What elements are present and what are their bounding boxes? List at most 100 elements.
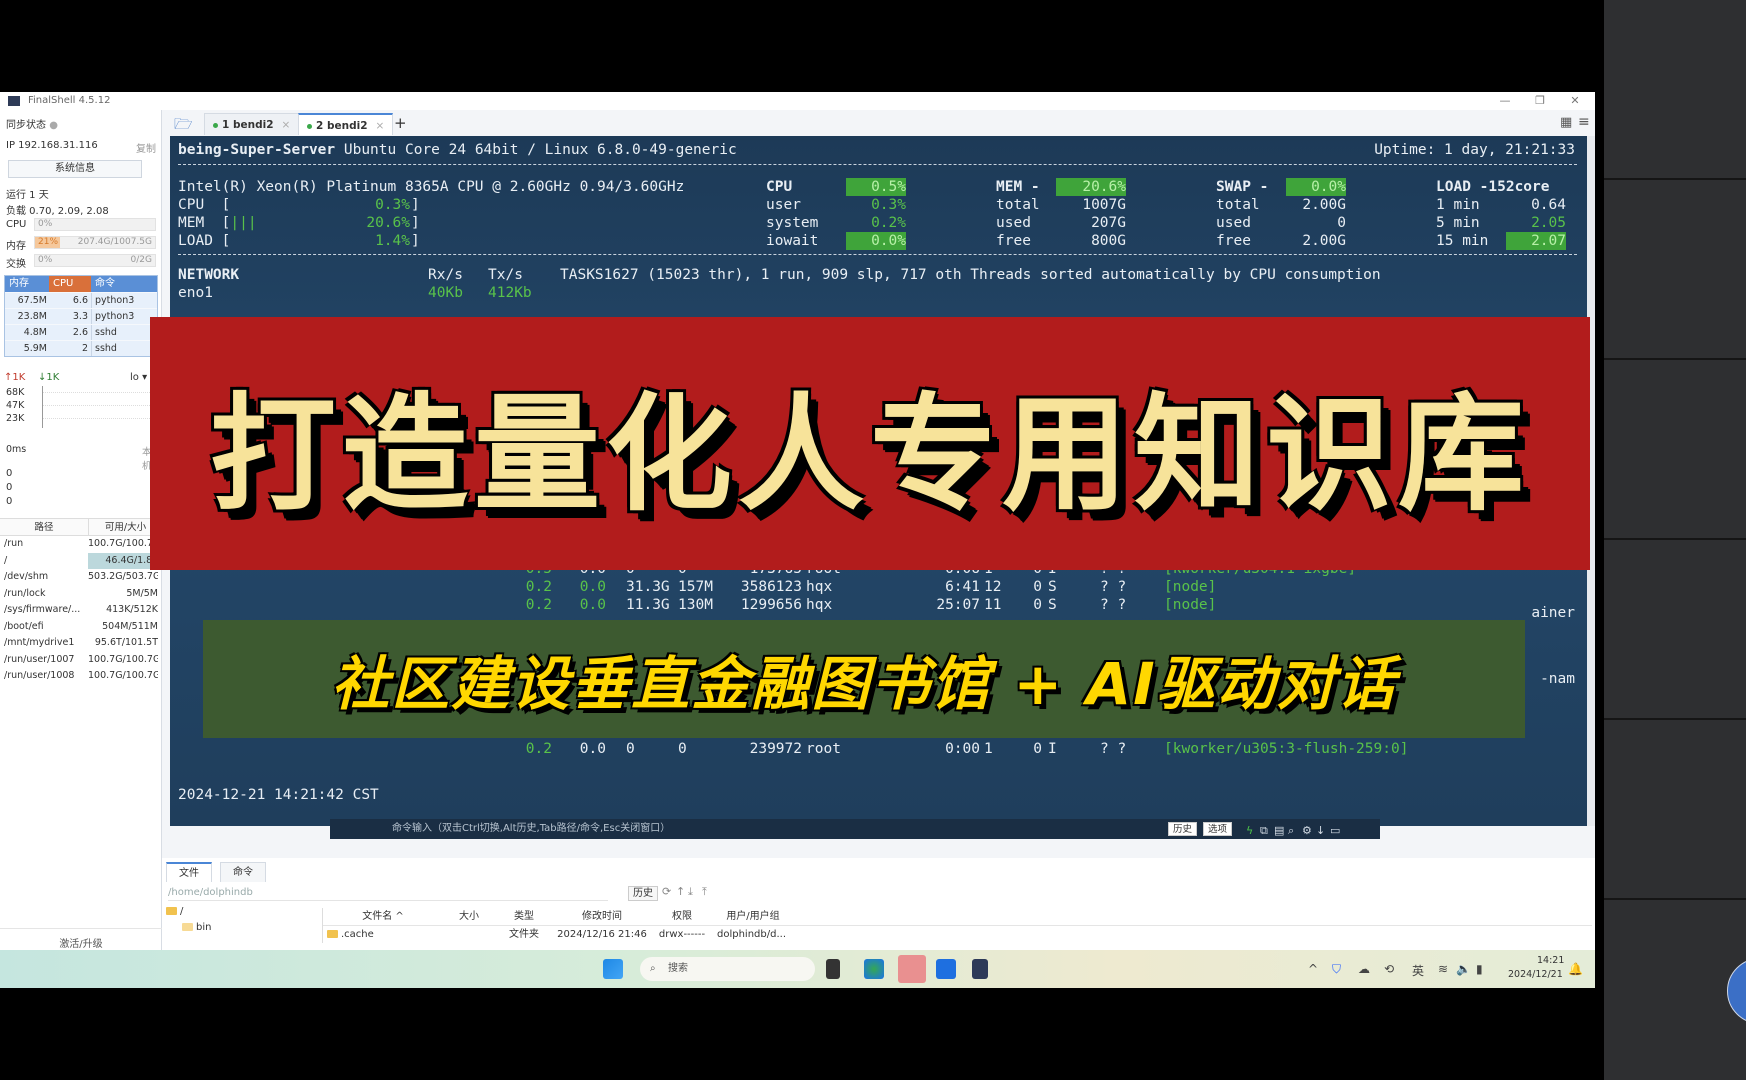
disk-row[interactable]: /mnt/mydrive1 95.6T/101.5T <box>0 635 162 652</box>
file-panel: 文件 命令 /home/dolphindb 历史 ⟳ ↑ ⤓ ⤒ / bin 文… <box>162 858 1595 950</box>
mem-title: MEM - <box>996 179 1040 195</box>
cloud-icon[interactable]: ☁ <box>1358 962 1370 976</box>
mem-column-header[interactable]: 内存 <box>5 276 49 292</box>
tab-label: 2 bendi2 <box>316 120 368 132</box>
swap-free: 2.00G <box>1302 233 1346 249</box>
disk-row[interactable]: /boot/efi 504M/511M <box>0 619 162 636</box>
download-icon[interactable]: ⤓ <box>688 885 693 899</box>
edge-browser-icon[interactable] <box>864 959 884 979</box>
command-column-header[interactable]: 命令 <box>91 276 157 292</box>
grid-view-icon[interactable]: ▦ <box>1560 115 1572 130</box>
cpu-bar: CPU [ <box>178 196 230 214</box>
sync-icon[interactable]: ⟲ <box>1384 962 1394 976</box>
windows-start-icon[interactable] <box>603 959 623 979</box>
clock-time[interactable]: 14:21 <box>1537 955 1564 966</box>
new-tab-button[interactable]: + <box>394 114 407 132</box>
command-input-bar[interactable]: 命令输入（双击Ctrl切换,Alt历史,Tab路径/命令,Esc关闭窗口） 历史… <box>330 819 1380 839</box>
minimize-button[interactable]: — <box>1492 92 1518 110</box>
path-history-button[interactable]: 历史 <box>628 886 658 901</box>
clock-date[interactable]: 2024/12/21 <box>1508 969 1563 980</box>
cpu-iowait: 0.0% <box>846 232 906 250</box>
process-user: hqx <box>806 579 833 595</box>
process-s: S <box>1048 597 1057 613</box>
close-tab-icon[interactable]: × <box>376 120 385 132</box>
disk-row[interactable]: /sys/firmware/... 413K/512K <box>0 602 162 619</box>
parent-dir-icon[interactable]: ↑ <box>676 885 685 898</box>
type-column-header[interactable]: 类型 <box>495 908 553 925</box>
process-cmd: [node] <box>1164 597 1217 613</box>
shield-icon[interactable]: ⛉ <box>1332 962 1341 977</box>
refresh-icon[interactable]: ⟳ <box>662 885 671 898</box>
process-row[interactable]: 67.5M 6.6 python3 <box>5 292 157 308</box>
process-time: 0:00 <box>945 741 980 757</box>
upgrade-button[interactable]: 激活/升级 <box>0 928 162 950</box>
permission-column-header[interactable]: 权限 <box>651 908 713 925</box>
path-input[interactable]: /home/dolphindb <box>168 885 608 901</box>
upload-icon[interactable]: ⤒ <box>702 885 707 899</box>
maximize-button[interactable]: ❐ <box>1527 92 1553 110</box>
history-button[interactable]: 历史 <box>1168 822 1198 836</box>
copy-icon[interactable]: ⧉ <box>1260 821 1268 841</box>
file-size <box>443 926 495 943</box>
notification-icon[interactable]: 🔔 <box>1568 962 1583 976</box>
app-icon[interactable] <box>936 959 956 979</box>
window-icon[interactable]: ▭ <box>1330 821 1340 841</box>
wifi-icon[interactable]: ≋ <box>1438 962 1448 976</box>
disk-size: 504M/511M <box>102 620 158 632</box>
process-row[interactable]: 5.9M 2 sshd <box>5 340 157 356</box>
tree-item-root[interactable]: / <box>162 906 312 922</box>
system-info-button[interactable]: 系统信息 <box>8 160 142 178</box>
cpu-column-header[interactable]: CPU <box>49 276 91 292</box>
process-cpu: 2.6 <box>72 327 88 338</box>
wechat-icon[interactable] <box>898 955 926 983</box>
download-arrow-icon[interactable]: ↓ <box>1316 821 1325 841</box>
process-pid: 1299656 <box>740 597 802 613</box>
task-view-icon[interactable] <box>826 959 840 979</box>
tab-files[interactable]: 文件 <box>166 862 212 882</box>
owner-column-header[interactable]: 用户/用户组 <box>713 908 793 925</box>
disk-row[interactable]: /dev/shm 503.2G/503.7G <box>0 569 162 586</box>
lightning-icon[interactable]: ϟ <box>1246 821 1253 841</box>
path-column-header[interactable]: 路径 <box>0 519 88 535</box>
modified-column-header[interactable]: 修改时间 <box>553 908 651 925</box>
file-table: 文件名 ^ 大小 类型 修改时间 权限 用户/用户组 .cache 文件夹 20… <box>322 908 1592 943</box>
process-row[interactable]: 4.8M 2.6 sshd <box>5 324 157 340</box>
disk-row[interactable]: /run/user/1007 100.7G/100.7G <box>0 652 162 669</box>
process-thr: 1 <box>984 741 993 757</box>
interface-select[interactable]: lo ▾ <box>130 372 147 383</box>
close-tab-icon[interactable]: × <box>282 119 291 131</box>
options-button[interactable]: 选项 <box>1203 822 1233 836</box>
session-tab-2[interactable]: 2 bendi2 × <box>298 113 394 135</box>
size-column-header[interactable]: 大小 <box>443 908 495 925</box>
disk-row[interactable]: /run/lock 5M/5M <box>0 586 162 603</box>
tree-item-bin[interactable]: bin <box>162 922 312 938</box>
swap-meter-detail: 0/2G <box>130 255 152 265</box>
connected-dot-icon <box>307 123 312 129</box>
process-user: root <box>806 741 841 757</box>
session-tab-1[interactable]: 1 bendi2 × <box>204 113 300 135</box>
battery-icon[interactable]: ▮ <box>1476 962 1483 976</box>
gear-icon[interactable]: ⚙ <box>1302 821 1312 841</box>
process-r: ? ? <box>1100 741 1127 757</box>
network-rx: 40Kb <box>428 285 463 301</box>
search-icon[interactable]: ⌕ <box>1288 821 1294 841</box>
tab-commands[interactable]: 命令 <box>220 862 266 882</box>
command-input-hint[interactable]: 命令输入（双击Ctrl切换,Alt历史,Tab路径/命令,Esc关闭窗口） <box>392 819 670 839</box>
tray-expand-icon[interactable]: ^ <box>1308 962 1318 976</box>
copy-ip-button[interactable]: 复制 <box>136 140 156 155</box>
volume-icon[interactable]: 🔈 <box>1456 962 1471 976</box>
process-virt: 0 <box>626 741 635 757</box>
ping-value: 0 <box>6 482 13 493</box>
taskbar-search[interactable]: ⌕ 搜索 <box>640 957 815 981</box>
close-button[interactable]: ✕ <box>1562 92 1588 110</box>
name-column-header[interactable]: 文件名 ^ <box>323 908 443 925</box>
file-row[interactable]: .cache 文件夹 2024/12/16 21:46 drwx------ d… <box>323 926 1592 943</box>
process-row[interactable]: 23.8M 3.3 python3 <box>5 308 157 324</box>
paste-icon[interactable]: ▤ <box>1274 821 1284 841</box>
disk-row[interactable]: / 46.4G/1.8T <box>0 552 162 569</box>
finalshell-taskbar-icon[interactable] <box>972 959 988 979</box>
disk-row[interactable]: /run/user/1008 100.7G/100.7G <box>0 668 162 685</box>
disk-row[interactable]: /run 100.7G/100.7G <box>0 536 162 553</box>
menu-icon[interactable]: ≡ <box>1578 114 1590 130</box>
ime-indicator[interactable]: 英 <box>1412 962 1424 979</box>
